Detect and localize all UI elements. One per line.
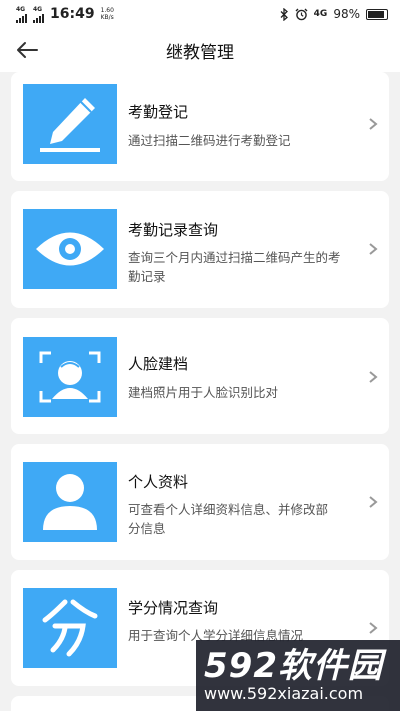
watermark: 592软件园 www.592xiazai.com [196,640,400,711]
card-description: 建档照片用于人脸识别比对 [128,385,279,400]
watermark-logo-text: 592软件园 [204,645,383,686]
battery-percent: 98% [333,7,360,21]
status-bar: 4G 4G 16:49 1.60 KB/s 4G 98% [0,0,400,28]
card-description: 查询三个月内通过扫描二维码产生的考勤记录 [128,250,341,284]
app-header: 继教管理 [0,28,400,72]
card-title: 个人资料 [128,473,189,491]
signal-1: 4G [16,6,27,23]
chevron-right-icon [369,622,378,634]
battery-icon [366,8,388,20]
menu-card-attendance-checkin[interactable]: 考勤登记 通过扫描二维码进行考勤登记 [11,72,389,181]
speed-value: 1.60 [100,7,114,14]
signal-bars-icon [33,13,44,23]
eye-icon [23,209,117,289]
signal-bars-icon [16,13,27,23]
watermark-url: www.592xiazai.com [204,683,364,703]
menu-list: 考勤登记 通过扫描二维码进行考勤登记 考勤记录查询 查询三个月内通过扫描二维码产… [0,72,400,711]
menu-card-face-archive[interactable]: 人脸建档 建档照片用于人脸识别比对 [11,318,389,434]
card-title: 考勤记录查询 [128,221,219,239]
card-title: 人脸建档 [128,355,189,373]
menu-card-attendance-records[interactable]: 考勤记录查询 查询三个月内通过扫描二维码产生的考勤记录 [11,191,389,308]
chevron-right-icon [369,371,378,383]
network-type-right: 4G [313,9,328,19]
speed-unit: KB/s [100,14,114,21]
credit-icon [23,588,117,668]
face-scan-icon [23,337,117,417]
back-button[interactable] [12,36,42,64]
person-icon [23,462,117,542]
menu-card-personal-info[interactable]: 个人资料 可查看个人详细资料信息、并修改部分信息 [11,444,389,560]
chevron-right-icon [369,118,378,130]
network-type-1: 4G [16,5,26,13]
clock: 16:49 [50,6,95,22]
arrow-left-icon [17,42,38,58]
alarm-icon [295,8,308,20]
chevron-right-icon [369,496,378,508]
card-description: 可查看个人详细资料信息、并修改部分信息 [128,502,329,536]
page-title: 继教管理 [166,42,234,63]
network-type-2: 4G [33,5,43,13]
bluetooth-icon [280,7,288,21]
card-title: 考勤登记 [128,103,189,121]
signal-2: 4G [33,6,44,23]
network-speed: 1.60 KB/s [101,7,114,21]
card-description: 通过扫描二维码进行考勤登记 [128,133,291,148]
pencil-icon [23,84,117,164]
chevron-right-icon [369,243,378,255]
card-title: 学分情况查询 [128,599,219,617]
